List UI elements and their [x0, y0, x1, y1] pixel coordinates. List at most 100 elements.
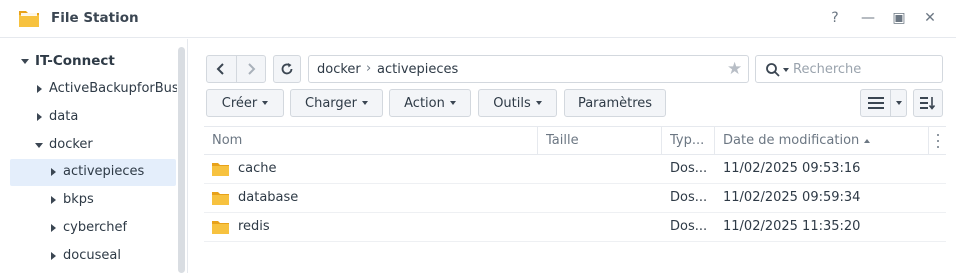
- table-row[interactable]: redis Dos... 11/02/2025 11:35:20: [204, 213, 946, 242]
- caret-down-icon: [535, 101, 542, 105]
- app-title: File Station: [51, 10, 139, 26]
- file-type: Dos...: [670, 190, 708, 205]
- forward-button[interactable]: [235, 56, 265, 82]
- caret-down-icon: [895, 101, 902, 105]
- collapse-arrow-icon[interactable]: [51, 252, 56, 260]
- column-header-size[interactable]: Taille: [546, 127, 661, 154]
- column-header-name[interactable]: Nom: [212, 127, 537, 154]
- sidebar-item-activebackup[interactable]: ActiveBackupforBus: [10, 76, 177, 103]
- minimize-icon: —: [861, 10, 875, 26]
- tools-button-label: Outils: [493, 95, 531, 111]
- breadcrumb-activepieces[interactable]: activepieces: [377, 62, 458, 77]
- close-icon: ✕: [924, 10, 936, 26]
- sidebar-item-label: ActiveBackupforBus: [49, 81, 177, 96]
- sidebar-item-docker[interactable]: docker: [10, 132, 176, 159]
- column-resize-handle[interactable]: [537, 127, 538, 154]
- sidebar-item-label: docuseal: [63, 248, 121, 263]
- tools-button[interactable]: Outils: [478, 89, 557, 117]
- refresh-icon: [281, 63, 293, 75]
- collapse-arrow-icon[interactable]: [37, 85, 42, 93]
- help-button[interactable]: ?: [826, 9, 844, 27]
- collapse-arrow-icon[interactable]: [51, 224, 56, 232]
- history-nav: [206, 55, 266, 83]
- sidebar-item-label: activepieces: [63, 164, 145, 179]
- file-type: Dos...: [670, 219, 708, 234]
- sidebar-item-label: data: [49, 109, 79, 124]
- caret-down-icon: [362, 101, 368, 105]
- file-name: redis: [238, 219, 270, 234]
- action-button[interactable]: Action: [389, 89, 471, 117]
- close-button[interactable]: ✕: [921, 9, 939, 27]
- help-icon: ?: [831, 10, 839, 26]
- sidebar-tree: IT-Connect ActiveBackupforBus data docke…: [0, 39, 188, 273]
- column-menu-icon[interactable]: [931, 134, 945, 148]
- column-label: Nom: [212, 133, 243, 148]
- search-options-caret-icon[interactable]: [783, 68, 789, 72]
- title-bar: File Station ? — ▣ ✕: [0, 0, 956, 38]
- minimize-button[interactable]: —: [859, 9, 877, 27]
- collapse-arrow-icon[interactable]: [51, 168, 56, 176]
- settings-button-label: Paramètres: [577, 95, 653, 111]
- search-box: [755, 55, 943, 83]
- search-icon[interactable]: [765, 62, 781, 78]
- table-row[interactable]: cache Dos... 11/02/2025 09:53:16: [204, 155, 946, 184]
- file-type: Dos...: [670, 161, 708, 176]
- list-view-button[interactable]: [861, 90, 891, 116]
- sidebar-item-label: bkps: [63, 192, 94, 207]
- caret-down-icon: [449, 101, 456, 105]
- column-resize-handle[interactable]: [661, 127, 662, 154]
- collapse-arrow-icon[interactable]: [51, 196, 56, 204]
- tree-root-label: IT-Connect: [35, 53, 115, 69]
- column-label: Date de modification: [723, 133, 860, 148]
- view-mode-group: [860, 89, 907, 117]
- column-header-type[interactable]: Typ...: [670, 127, 714, 154]
- breadcrumb-separator: ›: [366, 61, 372, 76]
- expand-arrow-icon[interactable]: [21, 59, 29, 64]
- upload-button-label: Charger: [305, 95, 357, 111]
- column-label: Typ...: [670, 133, 705, 148]
- sidebar-item-label: cyberchef: [63, 220, 128, 235]
- tree-root-it-connect[interactable]: IT-Connect: [10, 48, 176, 75]
- collapse-arrow-icon[interactable]: [37, 113, 42, 121]
- caret-down-icon: [262, 101, 269, 105]
- settings-button[interactable]: Paramètres: [564, 89, 666, 117]
- breadcrumb-docker[interactable]: docker: [317, 62, 361, 77]
- view-options-dropdown[interactable]: [891, 90, 906, 116]
- maximize-button[interactable]: ▣: [890, 9, 908, 27]
- back-button[interactable]: [207, 56, 236, 82]
- upload-button[interactable]: Charger: [290, 89, 383, 117]
- create-button[interactable]: Créer: [206, 89, 284, 117]
- column-label: Taille: [546, 133, 579, 148]
- sidebar-item-cyberchef[interactable]: cyberchef: [10, 215, 176, 242]
- sidebar-item-data[interactable]: data: [10, 104, 176, 131]
- chevron-left-icon: [217, 63, 225, 75]
- column-resize-handle[interactable]: [714, 127, 715, 154]
- action-button-label: Action: [404, 95, 445, 111]
- sidebar-item-bkps[interactable]: bkps: [10, 187, 176, 214]
- sidebar-item-activepieces[interactable]: activepieces: [10, 159, 176, 186]
- file-name: database: [238, 190, 299, 205]
- path-bar[interactable]: docker › activepieces ★: [308, 55, 749, 83]
- favorite-star-icon[interactable]: ★: [727, 59, 742, 79]
- sidebar-item-label: docker: [49, 137, 93, 152]
- sidebar-item-docuseal[interactable]: docuseal: [10, 243, 176, 270]
- folder-icon: [212, 192, 229, 205]
- column-resize-handle[interactable]: [928, 127, 929, 154]
- sort-button[interactable]: [913, 89, 943, 117]
- folder-icon: [212, 221, 229, 234]
- folder-icon: [212, 163, 229, 176]
- chevron-right-icon: [248, 63, 256, 75]
- column-header-modified[interactable]: Date de modification: [723, 127, 923, 154]
- sidebar-scrollbar[interactable]: [178, 47, 185, 273]
- table-row[interactable]: database Dos... 11/02/2025 09:59:34: [204, 184, 946, 213]
- sort-ascending-icon: [864, 138, 871, 143]
- file-modified: 11/02/2025 11:35:20: [723, 219, 861, 234]
- table-header: Nom Taille Typ... Date de modification: [204, 126, 946, 155]
- file-modified: 11/02/2025 09:53:16: [723, 161, 861, 176]
- create-button-label: Créer: [221, 95, 258, 111]
- maximize-icon: ▣: [892, 10, 906, 26]
- search-input[interactable]: [793, 59, 938, 79]
- expand-arrow-icon[interactable]: [35, 143, 43, 148]
- sort-icon: [920, 97, 936, 110]
- refresh-button[interactable]: [273, 55, 301, 83]
